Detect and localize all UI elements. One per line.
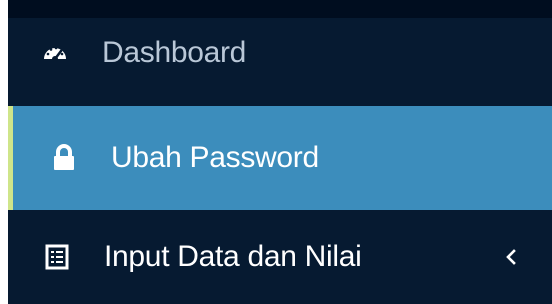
sidebar-menu: Dashboard Ubah Password Input Data dan N… xyxy=(8,0,552,304)
sidebar-item-label: Dashboard xyxy=(102,36,247,69)
lock-icon xyxy=(49,143,79,173)
list-icon xyxy=(42,242,72,272)
sidebar-item-label: Input Data dan Nilai xyxy=(104,240,362,273)
sidebar-item-ubah-password[interactable]: Ubah Password xyxy=(8,106,552,210)
sidebar-item-label: Ubah Password xyxy=(111,141,319,174)
dashboard-icon xyxy=(40,38,70,68)
chevron-left-icon[interactable] xyxy=(502,242,520,272)
sidebar-item-input-data-dan-nilai[interactable]: Input Data dan Nilai xyxy=(8,210,552,304)
sidebar-item-dashboard[interactable]: Dashboard xyxy=(8,0,552,106)
